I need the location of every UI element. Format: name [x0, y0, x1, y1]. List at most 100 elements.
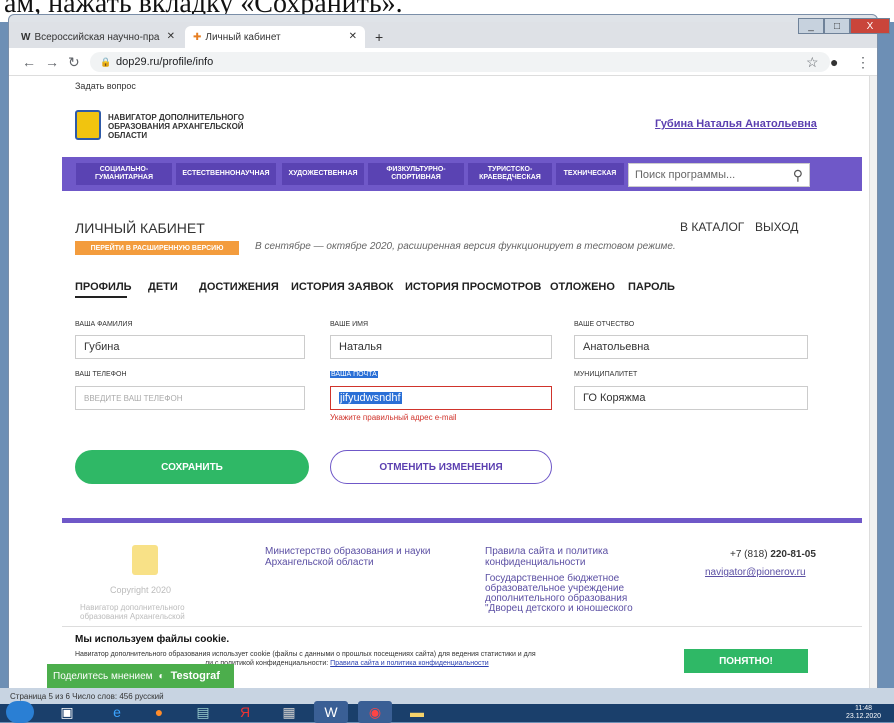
- tab-active[interactable]: ✚ Личный кабинет ✕: [185, 26, 365, 48]
- tab-achievements[interactable]: ДОСТИЖЕНИЯ: [199, 281, 279, 293]
- new-tab-button[interactable]: +: [369, 26, 391, 48]
- close-button[interactable]: X: [850, 18, 890, 34]
- taskbar: [0, 704, 894, 722]
- cancel-button[interactable]: ОТМЕНИТЬ ИЗМЕНЕНИЯ: [330, 450, 552, 484]
- site-icon: ✚: [193, 31, 202, 43]
- word-icon: W: [21, 31, 31, 43]
- feedback-button[interactable]: Поделитесь мнением ◐ Testograf: [47, 664, 234, 688]
- email-value: jifyudwsndhf: [339, 392, 402, 404]
- search-icon[interactable]: ⚲: [793, 167, 803, 184]
- catalog-link[interactable]: В КАТАЛОГ: [680, 220, 744, 234]
- calculator-icon[interactable]: ▦: [272, 701, 306, 723]
- footer-ministry-link[interactable]: Министерство образования и науки Арханге…: [265, 546, 465, 568]
- extended-note: В сентябре — октябре 2020, расширенная в…: [255, 241, 676, 252]
- menu-item-sport[interactable]: ФИЗКУЛЬТУРНО-СПОРТИВНАЯ: [368, 163, 464, 185]
- ie-icon[interactable]: e: [100, 701, 134, 723]
- footer-rules-link[interactable]: Правила сайта и политика конфиденциально…: [485, 546, 665, 568]
- ask-question-link[interactable]: Задать вопрос: [75, 81, 136, 91]
- footer-copyright: Copyright 2020: [110, 585, 172, 595]
- page-title: ЛИЧНЫЙ КАБИНЕТ: [75, 220, 205, 236]
- cookie-policy-link[interactable]: Правила сайта и политика конфиденциально…: [330, 660, 489, 667]
- tab-profile[interactable]: ПРОФИЛЬ: [75, 281, 132, 293]
- tab-views-history[interactable]: ИСТОРИЯ ПРОСМОТРОВ: [405, 281, 541, 293]
- save-button[interactable]: СОХРАНИТЬ: [75, 450, 309, 484]
- logout-link[interactable]: ВЫХОД: [755, 220, 798, 234]
- tab-bar: W Всероссийская научно-пра ✕ ✚ Личный ка…: [9, 22, 877, 48]
- minimize-button[interactable]: _: [798, 18, 824, 34]
- footer-email-link[interactable]: navigator@pionerov.ru: [705, 567, 806, 578]
- email-error: Укажите правильный адрес e-mail: [330, 413, 457, 422]
- status-bar: Страница 5 из 6 Число слов: 456 русский: [0, 688, 894, 704]
- yandex-icon[interactable]: Я: [228, 701, 262, 723]
- municipality-value: ГО Коряжма: [583, 392, 646, 404]
- menu-icon[interactable]: ⋮: [856, 54, 870, 71]
- name-label: ВАШЕ ИМЯ: [330, 321, 369, 328]
- phone-label: ВАШ ТЕЛЕФОН: [75, 371, 127, 378]
- tab-label: Всероссийская научно-пра: [34, 31, 160, 43]
- feedback-label: Поделитесь мнением: [53, 670, 153, 682]
- firefox-icon[interactable]: ●: [142, 701, 176, 723]
- footer-navigator: Навигатор дополнительного образования Ар…: [80, 603, 185, 621]
- name-value: Наталья: [339, 341, 382, 353]
- reload-icon[interactable]: ↻: [68, 54, 80, 71]
- logo[interactable]: [75, 110, 101, 140]
- explorer-icon[interactable]: ▬: [400, 701, 434, 723]
- menu-item-science[interactable]: ЕСТЕСТВЕННОНАУЧНАЯ: [176, 163, 276, 185]
- address-bar[interactable]: 🔒 dop29.ru/profile/info: [90, 52, 830, 72]
- save-app-icon[interactable]: ▣: [50, 701, 84, 723]
- municipality-field[interactable]: ГО Коряжма: [574, 386, 808, 410]
- menu-item-art[interactable]: ХУДОЖЕСТВЕННАЯ: [282, 163, 364, 185]
- surname-field[interactable]: Губина: [75, 335, 305, 359]
- back-icon[interactable]: ←: [22, 54, 36, 70]
- phone-placeholder: ВВЕДИТЕ ВАШ ТЕЛЕФОН: [84, 393, 183, 403]
- active-tab-underline: [75, 296, 127, 298]
- surname-value: Губина: [84, 341, 120, 353]
- patronymic-value: Анатольевна: [583, 341, 650, 353]
- start-button[interactable]: [6, 701, 34, 723]
- patronymic-field[interactable]: Анатольевна: [574, 335, 808, 359]
- name-field[interactable]: Наталья: [330, 335, 552, 359]
- phone-field[interactable]: ВВЕДИТЕ ВАШ ТЕЛЕФОН: [75, 386, 305, 410]
- scrollbar[interactable]: [869, 76, 877, 688]
- image-viewer-icon[interactable]: ▤: [186, 701, 220, 723]
- testograf-brand: Testograf: [170, 670, 220, 682]
- maximize-button[interactable]: □: [824, 18, 850, 34]
- user-name-link[interactable]: Губина Наталья Анатольевна: [655, 118, 817, 130]
- forward-icon[interactable]: →: [45, 54, 59, 70]
- close-icon[interactable]: ✕: [349, 31, 357, 42]
- window-controls: _ □ X: [798, 18, 890, 34]
- cookie-ok-button[interactable]: ПОНЯТНО!: [684, 649, 808, 673]
- menu-item-tech[interactable]: ТЕХНИЧЕСКАЯ: [556, 163, 624, 185]
- url-text: dop29.ru/profile/info: [116, 56, 214, 68]
- search-input[interactable]: Поиск программы... ⚲: [628, 163, 810, 187]
- tab-label: Личный кабинет: [205, 31, 281, 43]
- clock: 11:48 23.12.2020: [846, 705, 882, 720]
- lock-icon: 🔒: [100, 56, 112, 67]
- brand-title[interactable]: НАВИГАТОР ДОПОЛНИТЕЛЬНОГО ОБРАЗОВАНИЯ АР…: [108, 113, 268, 140]
- word-taskbar-icon[interactable]: W: [314, 701, 348, 723]
- patronymic-label: ВАШЕ ОТЧЕСТВО: [574, 321, 635, 328]
- star-icon[interactable]: ☆: [806, 54, 819, 71]
- menu-item-social[interactable]: СОЦИАЛЬНО-ГУМАНИТАРНАЯ: [76, 163, 172, 185]
- tab-children[interactable]: ДЕТИ: [148, 281, 178, 293]
- close-icon[interactable]: ✕: [167, 31, 175, 42]
- footer-divider: [62, 518, 862, 523]
- tab-inactive[interactable]: W Всероссийская научно-пра ✕: [13, 26, 183, 48]
- tab-requests-history[interactable]: ИСТОРИЯ ЗАЯВОК: [291, 281, 393, 293]
- footer-logo: [132, 545, 158, 575]
- account-icon[interactable]: ●: [830, 54, 838, 70]
- cookie-title: Мы используем файлы cookie.: [75, 634, 230, 645]
- tab-postponed[interactable]: ОТЛОЖЕНО: [550, 281, 615, 293]
- testograf-icon: ◐: [158, 670, 165, 682]
- tab-password[interactable]: ПАРОЛЬ: [628, 281, 675, 293]
- surname-label: ВАША ФАМИЛИЯ: [75, 321, 133, 328]
- municipality-label: МУНИЦИПАЛИТЕТ: [574, 371, 638, 378]
- email-label: ВАША ПОЧТА: [330, 371, 378, 378]
- email-field[interactable]: jifyudwsndhf: [330, 386, 552, 410]
- footer-org-link[interactable]: Государственное бюджетное образовательно…: [485, 574, 660, 614]
- footer-phone: +7 (818) 220-81-05: [730, 549, 816, 560]
- menu-item-tourism[interactable]: ТУРИСТСКО-КРАЕВЕДЧЕСКАЯ: [468, 163, 552, 185]
- extended-version-button[interactable]: ПЕРЕЙТИ В РАСШИРЕННУЮ ВЕРСИЮ: [75, 241, 239, 255]
- search-placeholder: Поиск программы...: [635, 169, 736, 181]
- chrome-taskbar-icon[interactable]: ◉: [358, 701, 392, 723]
